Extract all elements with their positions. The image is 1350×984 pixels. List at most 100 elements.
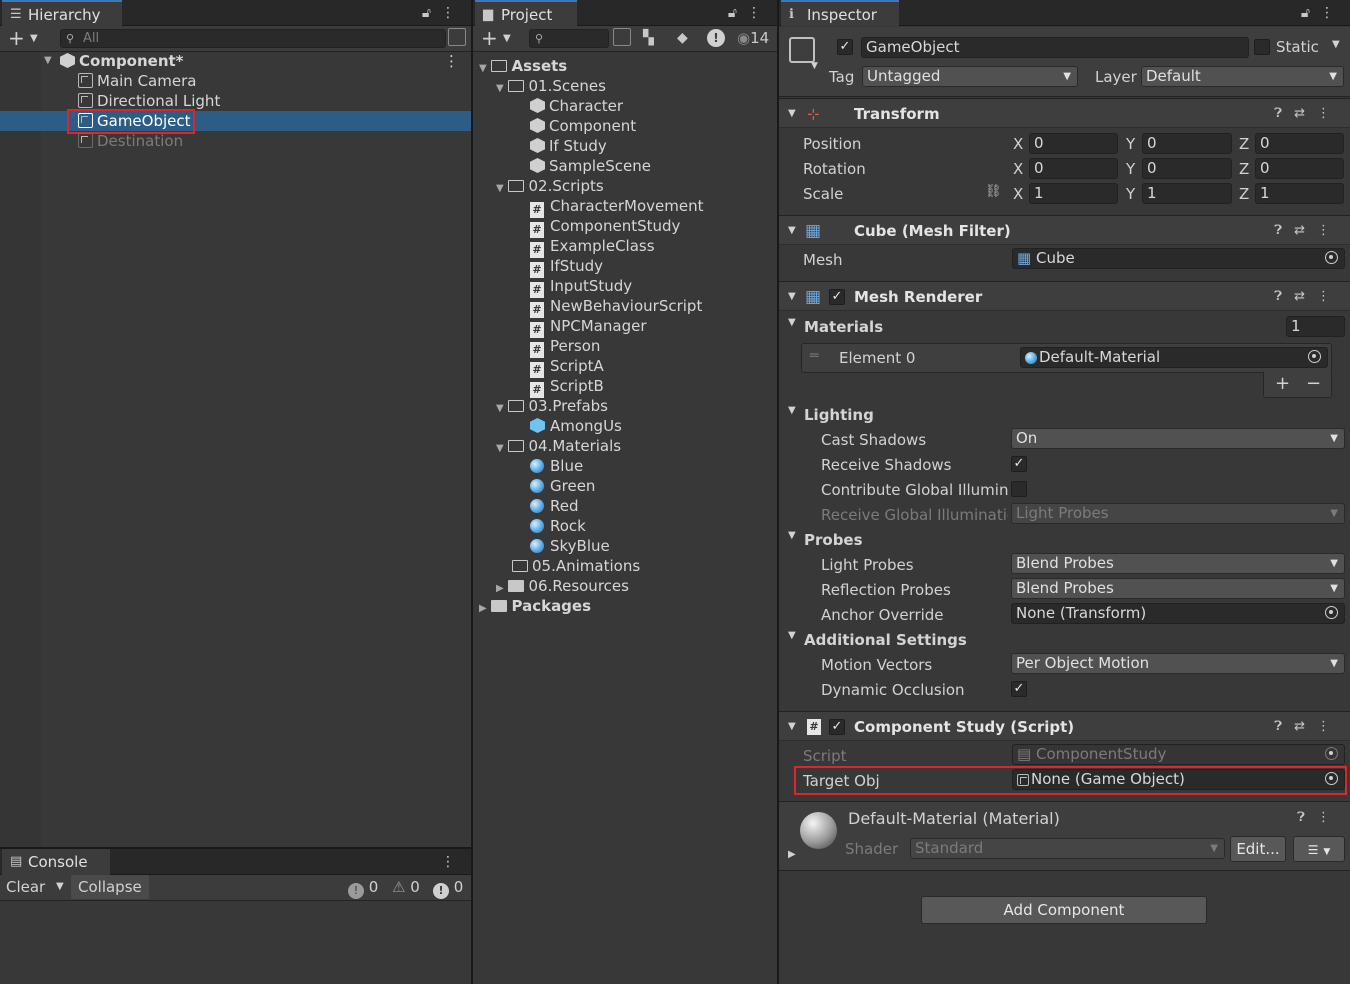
additional-settings-label[interactable]: Additional Settings <box>804 630 967 650</box>
icon-dropdown-icon[interactable]: ▼ <box>811 61 818 71</box>
folder-assets[interactable]: ▼ Assets <box>479 56 567 76</box>
scale-z-field[interactable]: 1 <box>1255 183 1344 204</box>
rotation-x-field[interactable]: 0 <box>1029 158 1118 179</box>
anchor-override-field[interactable]: None (Transform) <box>1011 603 1345 624</box>
asset-prefab[interactable]: AmongUs <box>530 416 622 436</box>
scene-more-icon[interactable]: ⋮ <box>444 51 459 71</box>
tag-dropdown[interactable]: Untagged ▼ <box>862 66 1078 87</box>
position-label[interactable]: Position <box>803 134 861 154</box>
chevron-down-icon[interactable]: ▼ <box>503 26 511 52</box>
add-component-button[interactable]: Add Component <box>921 896 1207 924</box>
contribute-gi-checkbox[interactable] <box>1011 481 1027 497</box>
tab-inspector[interactable]: ℹ Inspector <box>781 0 899 26</box>
reflection-probes-dropdown[interactable]: Blend Probes ▼ <box>1011 578 1345 599</box>
more-icon[interactable]: ⋮ <box>441 5 465 21</box>
probes-foldout-icon[interactable]: ▼ <box>788 530 796 541</box>
lighting-foldout-icon[interactable]: ▼ <box>788 405 796 416</box>
add-icon[interactable]: + <box>8 26 25 50</box>
help-icon[interactable]: ❓︎ <box>1297 810 1317 825</box>
mesh-label[interactable]: Mesh <box>803 250 843 270</box>
receive-shadows-checkbox[interactable]: ✓ <box>1011 456 1027 472</box>
axis-x-label[interactable]: X <box>1013 159 1023 179</box>
static-dropdown-icon[interactable]: ▼ <box>1332 39 1340 50</box>
folder-packages[interactable]: ▶ Packages <box>479 596 591 616</box>
lock-icon[interactable]: 🔓︎ <box>1301 5 1320 21</box>
rotation-y-field[interactable]: 0 <box>1142 158 1232 179</box>
expand-arrow-icon[interactable]: ▶ <box>788 849 796 860</box>
expand-arrow-icon[interactable]: ▶ <box>479 603 487 614</box>
asset-material[interactable]: Blue <box>530 456 583 476</box>
tab-hierarchy[interactable]: ☰ Hierarchy <box>2 0 122 26</box>
presets-icon[interactable]: ⇄ <box>1294 719 1317 734</box>
collapse-arrow-icon[interactable]: ▼ <box>479 63 487 74</box>
edit-shader-button[interactable]: Edit... <box>1230 836 1286 862</box>
more-icon[interactable]: ⋮ <box>1317 106 1342 121</box>
help-icon[interactable]: ❓︎ <box>1274 106 1294 121</box>
gameobject-icon[interactable] <box>789 37 815 63</box>
position-y-field[interactable]: 0 <box>1142 133 1232 154</box>
axis-x-label[interactable]: X <box>1013 184 1023 204</box>
project-search-input[interactable]: ⚲ <box>529 29 609 48</box>
expand-arrow-icon[interactable]: ▶ <box>496 583 504 594</box>
constrain-proportions-icon[interactable]: ⛓ <box>985 184 1002 199</box>
help-icon[interactable]: ❓︎ <box>1274 223 1294 238</box>
folder-resources[interactable]: ▶ 06.Resources <box>496 576 629 596</box>
hierarchy-item-main-camera[interactable]: Main Camera <box>78 71 196 91</box>
folder-prefabs[interactable]: ▼ 03.Prefabs <box>496 396 608 416</box>
position-x-field[interactable]: 0 <box>1029 133 1118 154</box>
hierarchy-item-destination[interactable]: Destination <box>78 131 183 151</box>
add-element-button[interactable]: + <box>1275 372 1290 396</box>
object-picker-icon[interactable] <box>1325 606 1338 619</box>
asset-script[interactable]: # InputStudy <box>530 276 632 298</box>
scale-x-field[interactable]: 1 <box>1029 183 1118 204</box>
asset-script[interactable]: # IfStudy <box>530 256 603 278</box>
asset-material[interactable]: Rock <box>530 516 586 536</box>
axis-z-label[interactable]: Z <box>1239 134 1249 154</box>
asset-script[interactable]: # CharacterMovement <box>530 196 704 218</box>
hierarchy-search-input[interactable]: ⚲ All <box>60 29 446 48</box>
collapse-arrow-icon[interactable]: ▼ <box>788 216 796 246</box>
help-icon[interactable]: ❓︎ <box>1274 719 1294 734</box>
collapse-arrow-icon[interactable]: ▼ <box>496 403 504 414</box>
lighting-label[interactable]: Lighting <box>804 405 874 425</box>
cast-shadows-dropdown[interactable]: On ▼ <box>1011 428 1345 449</box>
scale-label[interactable]: Scale <box>803 184 843 204</box>
search-by-type-icon[interactable] <box>613 28 631 46</box>
collapse-arrow-icon[interactable]: ▼ <box>44 51 52 71</box>
script-enabled-checkbox[interactable]: ✓ <box>829 719 845 735</box>
more-icon[interactable]: ⋮ <box>1317 223 1342 238</box>
lock-icon[interactable]: 🔓︎ <box>728 5 747 21</box>
asset-material[interactable]: Green <box>530 476 595 496</box>
folder-scenes[interactable]: ▼ 01.Scenes <box>496 76 606 96</box>
presets-icon[interactable]: ⇄ <box>1294 106 1317 121</box>
collapse-button[interactable]: Collapse <box>71 875 149 899</box>
transform-header[interactable]: ▼ ⊹ Transform ❓︎⇄⋮ <box>779 98 1350 128</box>
tab-console[interactable]: ▤ Console <box>2 849 110 875</box>
drag-handle-icon[interactable]: ═ <box>810 348 818 364</box>
more-icon[interactable]: ⋮ <box>1317 289 1342 304</box>
position-z-field[interactable]: 0 <box>1255 133 1344 154</box>
asset-script[interactable]: # ScriptA <box>530 356 604 378</box>
remove-element-button[interactable]: − <box>1306 372 1321 396</box>
gameobject-name-field[interactable]: GameObject <box>861 37 1249 58</box>
scale-y-field[interactable]: 1 <box>1142 183 1232 204</box>
tab-project[interactable]: ▆ Project <box>475 0 577 26</box>
asset-script[interactable]: # Person <box>530 336 600 358</box>
axis-z-label[interactable]: Z <box>1239 159 1249 179</box>
error-toggle[interactable]: ! 0 <box>433 875 463 899</box>
mesh-filter-header[interactable]: ▼ ▦ Cube (Mesh Filter) ❓︎⇄⋮ <box>779 215 1350 245</box>
layer-dropdown[interactable]: Default ▼ <box>1141 66 1344 87</box>
more-icon[interactable]: ⋮ <box>1317 719 1342 734</box>
more-icon[interactable]: ⋮ <box>1320 5 1344 21</box>
asset-script[interactable]: # NewBehaviourScript <box>530 296 702 318</box>
more-icon[interactable]: ⋮ <box>747 5 771 21</box>
hierarchy-item-directional-light[interactable]: Directional Light <box>78 91 220 111</box>
help-icon[interactable]: ❓︎ <box>1274 289 1294 304</box>
presets-icon[interactable]: ⇄ <box>1294 223 1317 238</box>
asset-material[interactable]: Red <box>530 496 579 516</box>
add-icon[interactable]: + <box>481 26 498 50</box>
collapse-arrow-icon[interactable]: ▼ <box>788 282 796 312</box>
presets-icon[interactable]: ⇄ <box>1294 289 1317 304</box>
asset-script[interactable]: # ComponentStudy <box>530 216 680 238</box>
object-picker-icon[interactable] <box>1325 251 1338 264</box>
